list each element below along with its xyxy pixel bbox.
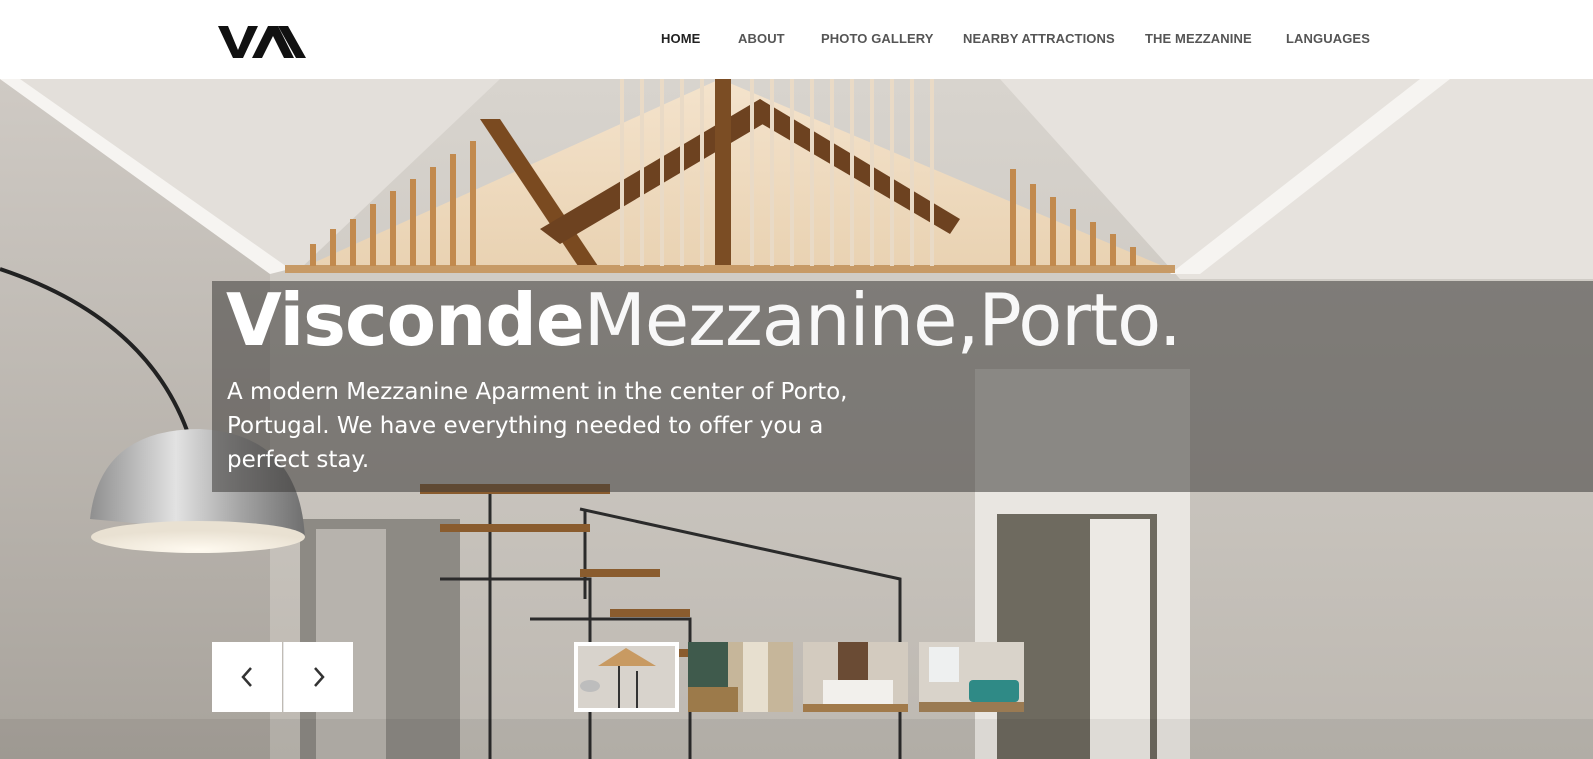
- chevron-right-icon: [313, 667, 325, 687]
- slide-thumbnail-4[interactable]: [919, 642, 1024, 712]
- hero-title-bold: Visconde: [226, 278, 585, 362]
- nav-item-the-mezzanine[interactable]: THE MEZZANINE: [1145, 31, 1252, 46]
- chevron-left-icon: [241, 667, 252, 687]
- thumbnail-image-living-room: [919, 642, 1024, 712]
- main-nav: HOME ABOUT PHOTO GALLERY NEARBY ATTRACTI…: [0, 31, 1593, 49]
- slide-thumbnail-1[interactable]: [574, 642, 679, 712]
- nav-item-nearby-attractions[interactable]: NEARBY ATTRACTIONS: [963, 31, 1115, 46]
- hero-title-light: Mezzanine,Porto.: [583, 278, 1182, 362]
- thumbnail-image-kitchen: [688, 642, 793, 712]
- slide-thumbnail-3[interactable]: [803, 642, 908, 712]
- hero-subtitle: A modern Mezzanine Aparment in the cente…: [227, 379, 848, 473]
- nav-item-photo-gallery[interactable]: PHOTO GALLERY: [821, 31, 934, 46]
- thumbnail-image-bedroom: [803, 642, 908, 712]
- nav-item-home[interactable]: HOME: [661, 31, 700, 46]
- next-slide-button[interactable]: [283, 642, 353, 712]
- site-header: HOME ABOUT PHOTO GALLERY NEARBY ATTRACTI…: [0, 0, 1593, 79]
- slide-thumbnail-2[interactable]: [688, 642, 793, 712]
- nav-item-languages[interactable]: LANGUAGES: [1286, 31, 1370, 46]
- nav-item-about[interactable]: ABOUT: [738, 31, 785, 46]
- hero-slider: ViscondeMezzanine,Porto. A modern Mezzan…: [0, 79, 1593, 759]
- thumbnail-image-staircase: [578, 646, 675, 708]
- hero-title: ViscondeMezzanine,Porto.: [226, 278, 1182, 362]
- prev-slide-button[interactable]: [212, 642, 282, 712]
